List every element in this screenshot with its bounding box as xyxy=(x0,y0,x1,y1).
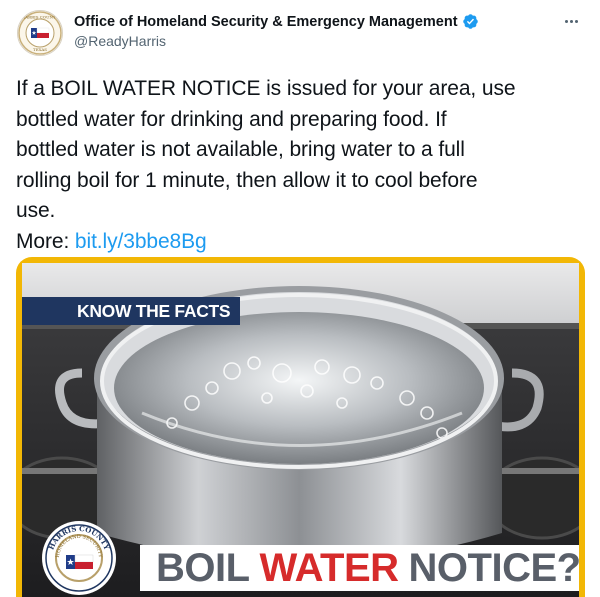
banner-word-water: WATER xyxy=(259,545,399,590)
know-the-facts-label: KNOW THE FACTS xyxy=(22,297,241,325)
harris-county-seal-logo: HARRIS COUNTY HOMELAND SECURITY xyxy=(42,521,116,595)
tweet-link[interactable]: bit.ly/3bbe8Bg xyxy=(75,230,207,253)
tweet-text-line: bottled water for drinking and preparing… xyxy=(16,107,447,131)
tweet-text-line: If a BOIL WATER NOTICE is issued for you… xyxy=(16,77,516,100)
author-handle[interactable]: @ReadyHarris xyxy=(74,33,166,49)
display-name[interactable]: Office of Homeland Security & Emergency … xyxy=(74,14,458,30)
tweet-body: If a BOIL WATER NOTICE is issued for you… xyxy=(16,74,576,257)
more-link-line: More: bit.ly/3bbe8Bg xyxy=(16,227,576,258)
banner-word-notice: NOTICE? xyxy=(408,545,579,590)
harris-county-seal-icon: HARRIS COUNTY HOMELAND SECURITY xyxy=(43,522,115,594)
tweet-text-line: use. xyxy=(16,199,56,222)
banner-word-boil: BOIL xyxy=(156,545,250,590)
tweet-header: HARRIS COUNTY TEXAS Office of Homeland S… xyxy=(17,10,587,56)
tweet-media-image[interactable]: KNOW THE FACTS BOIL WATER NOTICE? HARRIS… xyxy=(16,257,585,597)
boil-water-notice-banner: BOIL WATER NOTICE? xyxy=(140,545,579,591)
more-options-icon[interactable] xyxy=(560,12,582,30)
verified-badge-icon xyxy=(462,14,478,29)
svg-text:HARRIS COUNTY: HARRIS COUNTY xyxy=(22,15,59,20)
harris-county-seal-icon: HARRIS COUNTY TEXAS xyxy=(18,11,62,55)
tweet-text-line: rolling boil for 1 minute, then allow it… xyxy=(16,168,478,192)
more-label: More: xyxy=(16,229,75,253)
svg-text:TEXAS: TEXAS xyxy=(33,47,47,52)
author-name-row[interactable]: Office of Homeland Security & Emergency … xyxy=(74,13,479,30)
avatar[interactable]: HARRIS COUNTY TEXAS xyxy=(17,10,63,56)
tweet-text-line: bottled water is not available, bring wa… xyxy=(16,138,465,161)
